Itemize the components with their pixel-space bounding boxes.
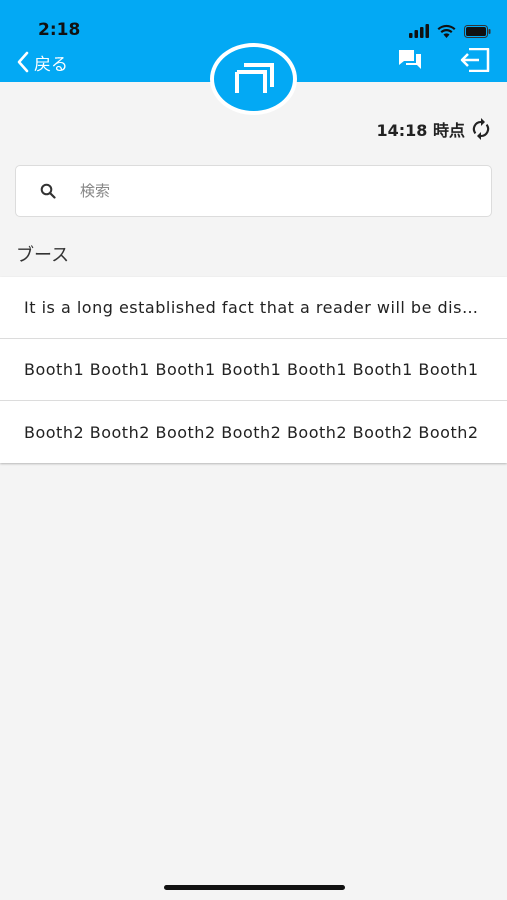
list-item-label: It is a long established fact that a rea…	[24, 298, 483, 317]
battery-icon	[464, 24, 491, 38]
search-box[interactable]	[15, 165, 492, 217]
back-label: 戻る	[34, 54, 68, 75]
list-item-label: Booth2 Booth2 Booth2 Booth2 Booth2 Booth…	[24, 422, 479, 442]
status-time: 2:18	[38, 20, 81, 40]
chat-button[interactable]	[392, 44, 428, 76]
chevron-left-icon	[17, 51, 29, 73]
home-indicator[interactable]	[164, 885, 345, 890]
list-item-label: Booth1 Booth1 Booth1 Booth1 Booth1 Booth…	[24, 360, 479, 379]
app-logo	[210, 43, 297, 115]
logout-icon	[460, 48, 490, 72]
wifi-icon	[437, 24, 456, 38]
logout-button[interactable]	[457, 44, 493, 76]
chat-icon	[399, 50, 421, 69]
list-item[interactable]: Booth2 Booth2 Booth2 Booth2 Booth2 Booth…	[0, 401, 507, 463]
list-item[interactable]: Booth1 Booth1 Booth1 Booth1 Booth1 Booth…	[0, 339, 507, 401]
app-logo-icon	[234, 63, 274, 93]
search-icon	[40, 183, 56, 199]
section-title: ブース	[16, 245, 70, 266]
status-icons	[409, 20, 491, 42]
list-item[interactable]: It is a long established fact that a rea…	[0, 277, 507, 339]
refresh-icon[interactable]	[469, 117, 493, 141]
back-button[interactable]: 戻る	[16, 48, 68, 76]
sync-status: 14:18 時点	[376, 116, 493, 142]
signal-icon	[409, 24, 429, 38]
sync-time-label: 14:18 時点	[376, 121, 465, 140]
booth-list: It is a long established fact that a rea…	[0, 277, 507, 463]
search-input[interactable]	[80, 182, 470, 200]
